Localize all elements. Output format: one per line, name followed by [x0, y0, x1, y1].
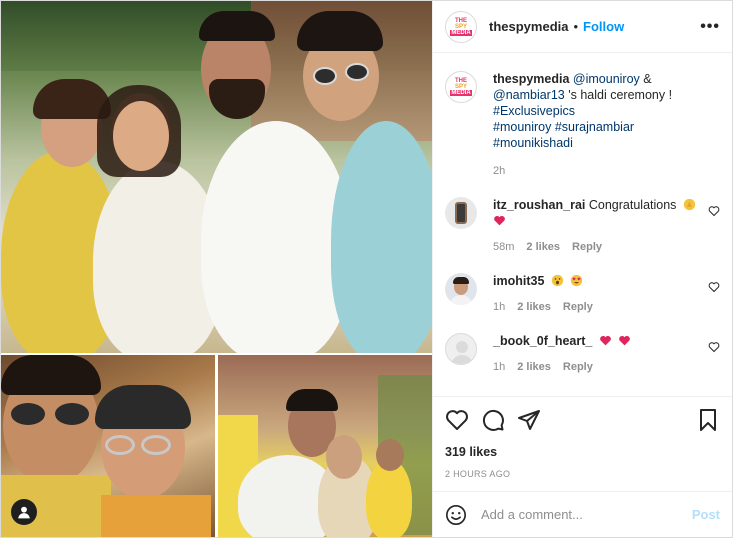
open-mouth-emoji-icon: [551, 274, 564, 287]
comment-body: imohit35 1h 2 likes Reply: [493, 273, 703, 315]
save-bookmark-icon[interactable]: [696, 408, 720, 432]
reply-button[interactable]: Reply: [572, 239, 602, 255]
caption-username[interactable]: thespymedia: [493, 72, 569, 86]
comment-username[interactable]: _book_0f_heart_: [493, 334, 592, 348]
like-comment-heart-icon[interactable]: [708, 281, 720, 293]
comment-composer: Post: [433, 491, 732, 537]
comment-bubble-icon[interactable]: [481, 408, 505, 432]
tagged-users-button[interactable]: [11, 499, 37, 525]
comment-avatar[interactable]: [445, 197, 477, 229]
emoji-smiley-icon[interactable]: [445, 504, 467, 526]
like-comment-heart-icon[interactable]: [708, 205, 720, 217]
logo-text: MEDIA: [450, 29, 472, 36]
post-actions: 319 likes 2 HOURS AGO: [433, 396, 732, 491]
comment-meta: 1h 2 likes Reply: [493, 359, 703, 375]
like-comment-heart-icon[interactable]: [708, 341, 720, 353]
post-side-panel: THE SPY MEDIA thespymedia • Follow ••• T…: [432, 1, 732, 537]
caption-connector: &: [639, 72, 652, 86]
comment-likes[interactable]: 2 likes: [517, 299, 551, 315]
more-options-button[interactable]: •••: [700, 18, 720, 34]
comment-meta: 1h 2 likes Reply: [493, 299, 703, 315]
red-heart-emoji-icon: [619, 335, 631, 346]
separator-dot: •: [573, 19, 579, 34]
comment-text: Congratulations: [588, 198, 677, 212]
comment-avatar[interactable]: [445, 273, 477, 305]
comment-likes[interactable]: 2 likes: [517, 359, 551, 375]
comment-age[interactable]: 1h: [493, 359, 505, 375]
comment-meta: 58m 2 likes Reply: [493, 239, 703, 255]
comment-input[interactable]: [481, 507, 692, 522]
hashtag-link[interactable]: #mounikishadi: [493, 136, 573, 150]
mention-link[interactable]: @imouniroy: [573, 72, 640, 86]
brand-logo: THE SPY MEDIA: [448, 74, 474, 100]
red-heart-emoji-icon: [494, 215, 505, 226]
instagram-post: THE SPY MEDIA thespymedia • Follow ••• T…: [0, 0, 733, 538]
user-icon: [18, 506, 30, 519]
account-username[interactable]: thespymedia: [489, 19, 568, 34]
caption-avatar[interactable]: THE SPY MEDIA: [445, 71, 477, 103]
hashtag-link[interactable]: #mouniroy: [493, 120, 551, 134]
post-timestamp[interactable]: 2 HOURS AGO: [445, 469, 720, 479]
comment-avatar[interactable]: [445, 333, 477, 365]
comment-body: itz_roushan_rai Congratulations 58m 2 li…: [493, 197, 703, 255]
likes-count[interactable]: 319 likes: [445, 445, 720, 459]
caption-text: thespymedia @imouniroy & @nambiar13 's h…: [493, 71, 703, 179]
reply-button[interactable]: Reply: [563, 359, 593, 375]
photo-couple-right: [218, 355, 432, 537]
post-image-collage[interactable]: [1, 1, 432, 537]
comment-age[interactable]: 58m: [493, 239, 514, 255]
action-icons: [445, 407, 720, 433]
comment-item: imohit35 1h 2 likes Reply: [445, 273, 720, 315]
caption-time[interactable]: 2h: [493, 163, 703, 179]
post-header: THE SPY MEDIA thespymedia • Follow •••: [433, 1, 732, 53]
clap-emoji-icon: [683, 198, 696, 211]
red-heart-emoji-icon: [599, 335, 611, 346]
like-heart-icon[interactable]: [445, 408, 469, 432]
brand-logo: THE SPY MEDIA: [448, 13, 474, 40]
comment-item: itz_roushan_rai Congratulations 58m 2 li…: [445, 197, 720, 255]
comment-item: _book_0f_heart_ 1h 2 likes Reply: [445, 333, 720, 375]
share-paper-plane-icon[interactable]: [517, 408, 541, 432]
post-comment-button[interactable]: Post: [692, 507, 720, 522]
logo-text: MEDIA: [450, 90, 472, 96]
comment-age[interactable]: 1h: [493, 299, 505, 315]
hashtag-link[interactable]: #surajnambiar: [555, 120, 634, 134]
account-avatar[interactable]: THE SPY MEDIA: [445, 10, 477, 43]
caption-body: 's haldi ceremony !: [564, 88, 673, 102]
comment-username[interactable]: imohit35: [493, 274, 544, 288]
comment-body: _book_0f_heart_ 1h 2 likes Reply: [493, 333, 703, 375]
comment-username[interactable]: itz_roushan_rai: [493, 198, 585, 212]
hashtag-link[interactable]: #Exclusivepics: [493, 104, 575, 118]
comments-list[interactable]: THE SPY MEDIA thespymedia @imouniroy & @…: [433, 53, 732, 396]
photo-group-top: [1, 1, 432, 353]
heart-eyes-emoji-icon: [571, 274, 583, 287]
mention-link[interactable]: @nambiar13: [493, 88, 565, 102]
follow-button[interactable]: Follow: [583, 19, 624, 34]
reply-button[interactable]: Reply: [563, 299, 593, 315]
post-caption: THE SPY MEDIA thespymedia @imouniroy & @…: [445, 71, 720, 179]
comment-likes[interactable]: 2 likes: [526, 239, 560, 255]
